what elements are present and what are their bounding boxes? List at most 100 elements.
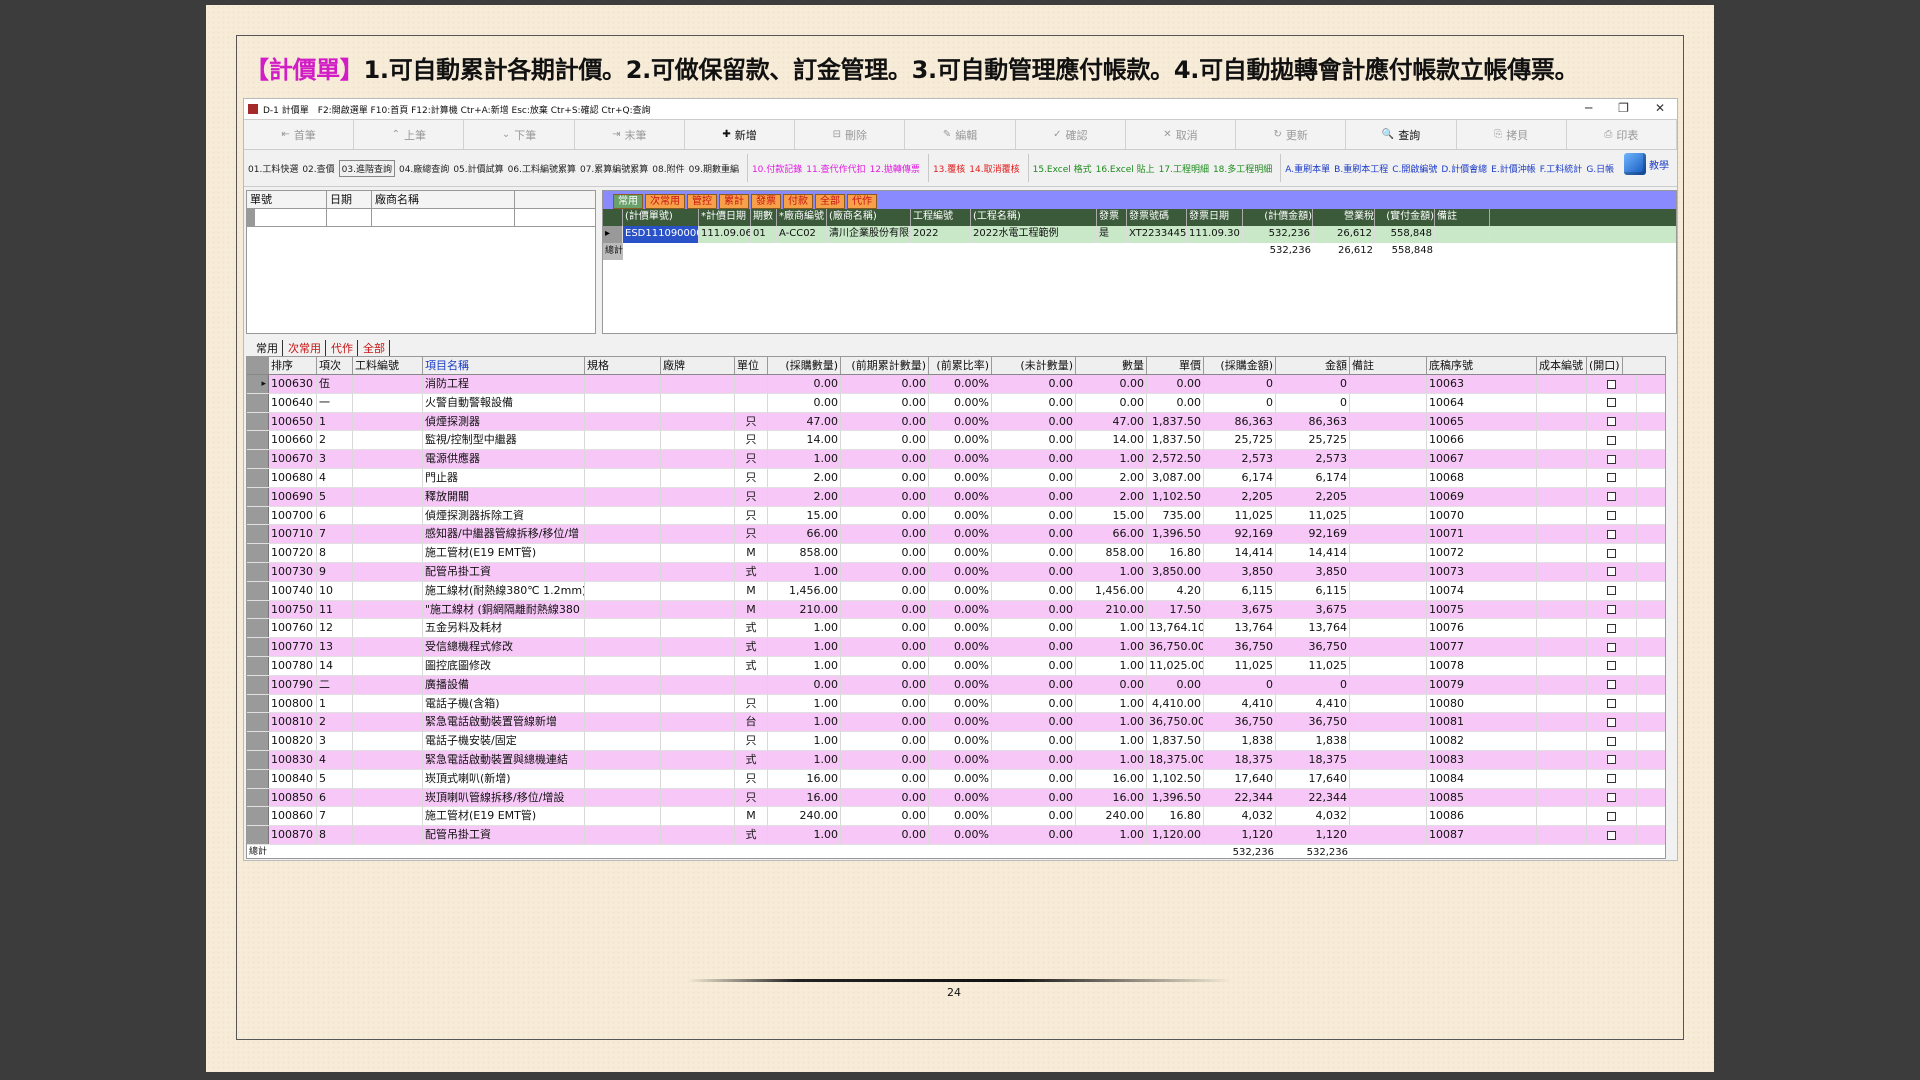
master-cell-6[interactable]: 2022水電工程範例 (971, 226, 1097, 243)
grid-cell-15[interactable] (1350, 375, 1427, 393)
grid-cell-14[interactable]: 0 (1276, 375, 1350, 393)
grid-cell-13[interactable]: 86,363 (1204, 412, 1276, 431)
grid-cell-12[interactable]: 1,396.50 (1147, 788, 1204, 807)
grid-cell-5[interactable] (661, 713, 735, 732)
grid-cell-2[interactable] (353, 656, 423, 675)
grid-cell-10[interactable]: 0.00 (992, 769, 1076, 788)
grid-cell-15[interactable] (1350, 656, 1427, 675)
toolbar-button-0[interactable]: ⇤ 首筆 (244, 120, 355, 149)
grid-cell-9[interactable]: 0.00% (929, 506, 992, 525)
grid-cell-13[interactable]: 2,205 (1204, 487, 1276, 506)
grid-cell-13[interactable]: 1,120 (1204, 826, 1276, 844)
open-checkbox[interactable] (1607, 661, 1616, 671)
grid-cell-15[interactable] (1350, 450, 1427, 468)
grid-cell-3[interactable]: 崁頂式喇叭(新增) (423, 769, 585, 788)
function-g0-5[interactable]: 06.工料編號累算 (508, 162, 576, 175)
grid-cell-17[interactable] (1537, 581, 1587, 600)
grid-cell-12[interactable]: 3,087.00 (1147, 468, 1204, 487)
grid-cell-12[interactable]: 1,837.50 (1147, 412, 1204, 431)
grid-cell-9[interactable]: 0.00% (929, 732, 992, 750)
grid-cell-14[interactable]: 4,410 (1276, 694, 1350, 713)
grid-cell-11[interactable]: 2.00 (1076, 468, 1147, 487)
open-checkbox[interactable] (1607, 830, 1616, 840)
grid-cell-17[interactable] (1537, 525, 1587, 544)
grid-cell-15[interactable] (1350, 638, 1427, 656)
open-checkbox[interactable] (1607, 699, 1616, 709)
grid-cell-15[interactable] (1350, 393, 1427, 412)
master-cell-2[interactable]: 01 (751, 226, 777, 243)
open-checkbox[interactable] (1607, 642, 1616, 652)
grid-cell-12[interactable]: 16.80 (1147, 807, 1204, 826)
grid-cell-10[interactable]: 0.00 (992, 375, 1076, 393)
grid-cell-15[interactable] (1350, 506, 1427, 525)
grid-cell-16[interactable]: 10081 (1427, 713, 1537, 732)
grid-cell-11[interactable]: 1.00 (1076, 694, 1147, 713)
open-checkbox[interactable] (1607, 435, 1616, 445)
grid-cell-1[interactable]: 2 (317, 713, 353, 732)
grid-cell-16[interactable]: 10076 (1427, 619, 1537, 638)
grid-cell-8[interactable]: 0.00 (841, 581, 929, 600)
grid-cell-9[interactable]: 0.00% (929, 431, 992, 450)
grid-cell-6[interactable]: 只 (735, 788, 768, 807)
open-checkbox[interactable] (1607, 529, 1616, 539)
grid-cell-3[interactable]: 偵煙探測器拆除工資 (423, 506, 585, 525)
grid-row[interactable]: 100670 3 電源供應器只 1.00 0.00 0.00% 0.00 1.00 2,572.… (247, 450, 1665, 469)
grid-cell-8[interactable]: 0.00 (841, 562, 929, 581)
grid-cell-6[interactable]: 只 (735, 732, 768, 750)
grid-row[interactable]: 100720 8 施工管材(E19 EMT管) M 858.00 0.00 0.00% 0.0… (247, 544, 1665, 563)
grid-cell-8[interactable]: 0.00 (841, 619, 929, 638)
grid-cell-8[interactable]: 0.00 (841, 656, 929, 675)
grid-cell-15[interactable] (1350, 600, 1427, 619)
grid-cell-0[interactable]: 100760 (269, 619, 317, 638)
grid-cell-4[interactable] (585, 487, 661, 506)
grid-cell-0[interactable]: 100710 (269, 525, 317, 544)
master-cell-9[interactable]: 111.09.30 (1187, 226, 1243, 243)
grid-cell-13[interactable]: 18,375 (1204, 750, 1276, 769)
grid-cell-17[interactable] (1537, 562, 1587, 581)
grid-cell-16[interactable]: 10083 (1427, 750, 1537, 769)
grid-cell-16[interactable]: 10063 (1427, 375, 1537, 393)
open-checkbox[interactable] (1607, 755, 1616, 765)
master-col-header-5[interactable]: 工程編號 (911, 209, 971, 226)
grid-cell-11[interactable]: 1,456.00 (1076, 581, 1147, 600)
grid-cell-1[interactable]: 2 (317, 431, 353, 450)
grid-cell-0[interactable]: 100730 (269, 562, 317, 581)
grid-row[interactable]: 100660 2 監視/控制型中繼器只 14.00 0.00 0.00% 0.00 14.00… (247, 431, 1665, 451)
grid-cell-2[interactable] (353, 544, 423, 562)
open-checkbox[interactable] (1607, 567, 1616, 577)
grid-cell-15[interactable] (1350, 487, 1427, 506)
grid-cell-6[interactable] (735, 675, 768, 694)
grid-cell-6[interactable]: M (735, 581, 768, 600)
grid-col-header-8[interactable]: (前期累計數量) (841, 357, 929, 374)
grid-row[interactable]: 100780 14 圖控底圖修改式 1.00 0.00 0.00% 0.00 1.00 11,0… (247, 656, 1665, 676)
grid-cell-7[interactable]: 2.00 (768, 468, 841, 487)
grid-cell-5[interactable] (661, 807, 735, 826)
function-g0-4[interactable]: 05.計價試算 (453, 162, 503, 175)
grid-cell-1[interactable]: 8 (317, 544, 353, 562)
grid-cell-2[interactable] (353, 525, 423, 544)
grid-cell-5[interactable] (661, 562, 735, 581)
grid-cell-4[interactable] (585, 393, 661, 412)
grid-cell-5[interactable] (661, 638, 735, 656)
function-g2-0[interactable]: 13.覆核 (933, 162, 965, 175)
grid-row[interactable]: 100850 6 崁頂喇叭管線拆移/移位/增設只 16.00 0.00 0.00% 0.00… (247, 788, 1665, 808)
master-cell-5[interactable]: 2022 (911, 226, 971, 243)
grid-col-header-13[interactable]: (採購金額) (1204, 357, 1276, 374)
grid-cell-1[interactable]: 二 (317, 675, 353, 694)
grid-cell-10[interactable]: 0.00 (992, 450, 1076, 468)
grid-cell-12[interactable]: 0.00 (1147, 675, 1204, 694)
grid-cell-14[interactable]: 1,838 (1276, 732, 1350, 750)
grid-col-header-15[interactable]: 備註 (1350, 357, 1427, 374)
grid-cell-13[interactable]: 3,675 (1204, 600, 1276, 619)
grid-cell-0[interactable]: 100800 (269, 694, 317, 713)
grid-cell-0[interactable]: 100790 (269, 675, 317, 694)
grid-cell-13[interactable]: 36,750 (1204, 638, 1276, 656)
master-cell-12[interactable]: 558,848 (1375, 226, 1435, 243)
grid-cell-15[interactable] (1350, 732, 1427, 750)
grid-cell-10[interactable]: 0.00 (992, 562, 1076, 581)
grid-cell-3[interactable]: 廣播設備 (423, 675, 585, 694)
grid-cell-9[interactable]: 0.00% (929, 656, 992, 675)
master-col-header-7[interactable]: 發票 (1097, 209, 1127, 226)
toolbar-button-3[interactable]: ⇥ 末筆 (575, 120, 685, 149)
grid-cell-4[interactable] (585, 638, 661, 656)
